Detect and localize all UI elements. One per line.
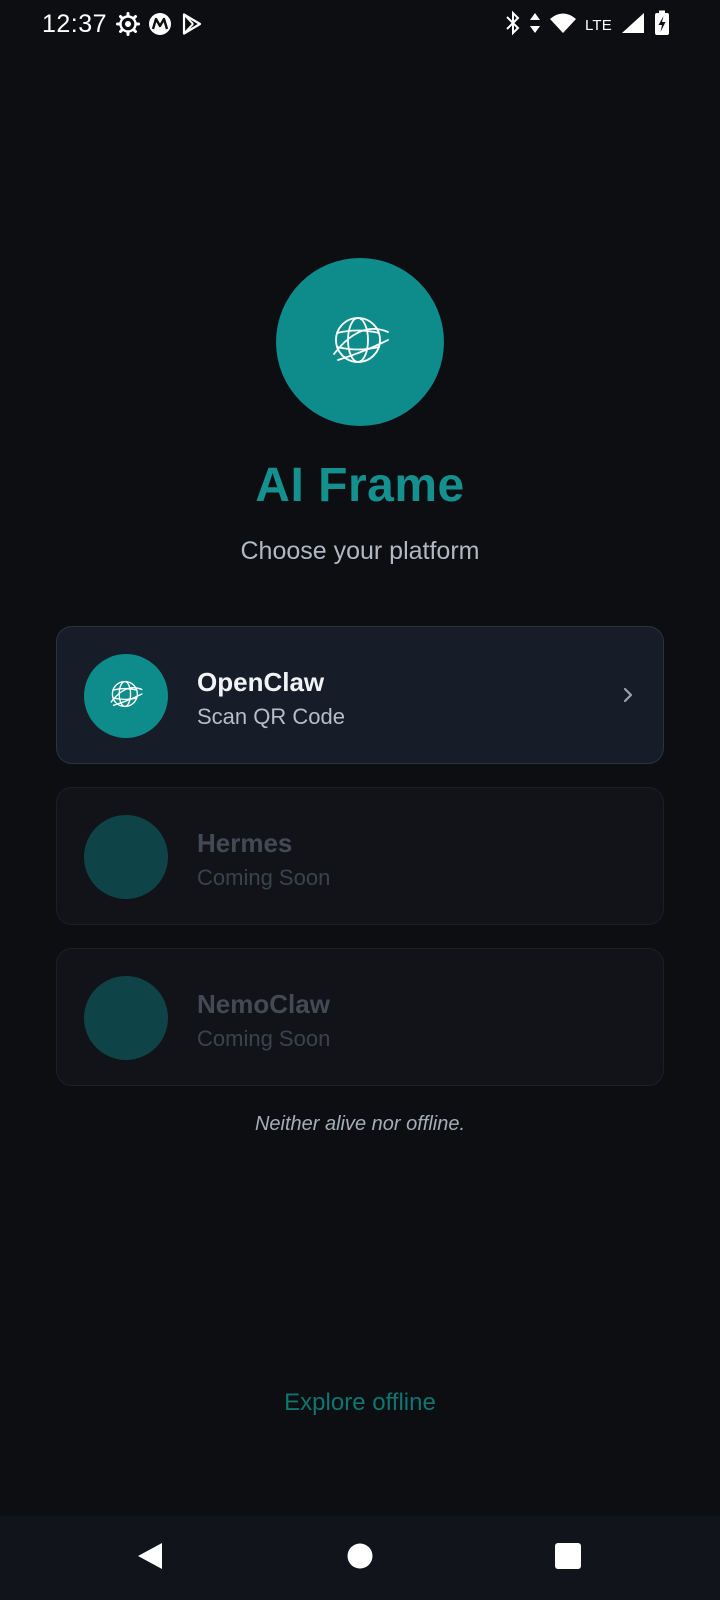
home-icon xyxy=(346,1542,374,1575)
app-logo xyxy=(276,258,444,426)
platform-subtitle: Scan QR Code xyxy=(197,704,345,729)
app-subtitle: Choose your platform xyxy=(240,537,480,565)
signal-icon xyxy=(620,11,646,40)
platform-icon-nemoclaw xyxy=(84,976,168,1060)
status-time: 12:37 xyxy=(42,10,108,38)
status-right-icons: LTE xyxy=(505,10,670,41)
recents-icon xyxy=(554,1542,582,1575)
settings-gear-icon xyxy=(116,12,140,41)
explore-offline-link[interactable]: Explore offline xyxy=(260,1389,460,1417)
platform-subtitle: Coming Soon xyxy=(197,865,331,890)
platform-name: OpenClaw xyxy=(197,667,325,697)
platform-subtitle: Coming Soon xyxy=(197,1026,331,1051)
app-title: AI Frame xyxy=(255,459,465,512)
platform-name: NemoClaw xyxy=(197,989,330,1019)
battery-charging-icon xyxy=(654,10,670,41)
data-arrows-icon xyxy=(529,11,541,40)
status-left-icons xyxy=(116,12,204,41)
network-type-label: LTE xyxy=(585,17,612,34)
motorola-logo-icon xyxy=(148,12,172,41)
platform-card-nemoclaw: NemoClaw Coming Soon xyxy=(56,948,664,1086)
status-bar: 12:37 LTE xyxy=(0,0,720,48)
play-store-icon xyxy=(180,12,204,41)
platform-icon-hermes xyxy=(84,815,168,899)
nav-recents-button[interactable] xyxy=(546,1536,590,1580)
chevron-right-icon xyxy=(621,677,635,718)
wifi-icon xyxy=(549,11,577,40)
nav-home-button[interactable] xyxy=(338,1536,382,1580)
globe-icon xyxy=(109,677,143,716)
back-icon xyxy=(135,1540,165,1577)
platform-card-openclaw[interactable]: OpenClaw Scan QR Code xyxy=(56,626,664,764)
platform-card-hermes: Hermes Coming Soon xyxy=(56,787,664,925)
platform-icon-openclaw xyxy=(84,654,168,738)
system-nav-bar xyxy=(0,1516,720,1600)
globe-icon xyxy=(330,310,390,375)
nav-back-button[interactable] xyxy=(128,1536,172,1580)
tagline: Neither alive nor offline. xyxy=(254,1113,466,1135)
bluetooth-icon xyxy=(505,10,521,41)
platform-name: Hermes xyxy=(197,828,293,858)
